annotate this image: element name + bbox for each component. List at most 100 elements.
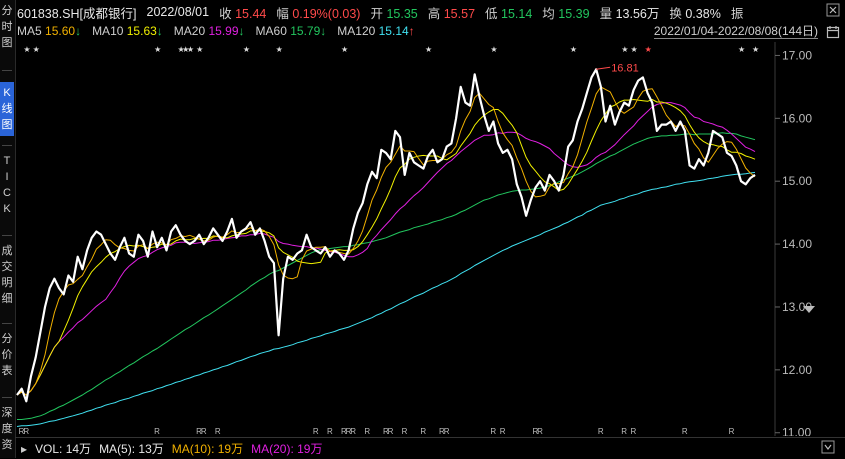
- volume-value: 13.56万: [615, 6, 660, 21]
- ma-value: 15.63: [123, 24, 157, 38]
- sidebar-tab-char: 图: [1, 119, 13, 131]
- stock-symbol[interactable]: 601838.SH[成都银行]: [17, 3, 137, 22]
- volume-legend-item: MA(20): 19万: [251, 442, 323, 456]
- ma-name: MA5: [17, 24, 42, 38]
- ma-value: 15.99: [205, 24, 239, 38]
- window-controls: [819, 0, 845, 48]
- arrow-up-icon: ↑: [408, 24, 415, 38]
- ma-name: MA10: [92, 24, 124, 38]
- ma-legend-item: MA60 15.79↓: [256, 24, 327, 38]
- turnover-label: 换: [669, 6, 682, 21]
- star-marker: ★: [196, 45, 203, 54]
- ma-legend-item: MA5 15.60↓: [17, 24, 81, 38]
- series-line-ma5: [16, 86, 756, 396]
- sidebar-tab-char: 交: [1, 261, 13, 273]
- sidebar-tab-char: 价: [1, 349, 13, 361]
- quote-bar: 601838.SH[成都银行] 2022/08/01 收 15.44 幅 0.1…: [17, 2, 845, 22]
- date-range[interactable]: 2022/01/04-2022/08/08(144日): [653, 24, 818, 39]
- sidebar-tab-char: 度: [1, 423, 13, 435]
- r-marker: R: [631, 427, 637, 436]
- ma-legend-item: MA10 15.63↓: [92, 24, 163, 38]
- chevron-down-icon[interactable]: [821, 440, 835, 457]
- sidebar-tab-char: K: [3, 203, 11, 215]
- k-line-chart[interactable]: 17.00 16.00 15.00 14.00 13.00 12.00 11.00 ★ ★ ★ ★…: [15, 42, 845, 440]
- close-label: 收: [219, 6, 232, 21]
- star-marker: ★: [341, 45, 348, 54]
- star-marker: ★: [243, 45, 250, 54]
- sidebar-tab-char: 线: [1, 103, 13, 115]
- r-marker: R: [313, 427, 319, 436]
- sidebar-tab-char: 表: [1, 365, 13, 377]
- r-marker: R: [154, 427, 160, 436]
- star-marker: ★: [490, 45, 497, 54]
- sidebar-tab-char: 明: [1, 277, 13, 289]
- ma-legend-item: MA20 15.99↓: [174, 24, 245, 38]
- r-marker: R: [598, 427, 604, 436]
- avg-label: 均: [542, 6, 555, 21]
- ma-value: 15.79: [286, 24, 321, 38]
- amplitude-label: 振: [730, 6, 744, 21]
- ma-name: MA60: [255, 24, 287, 38]
- r-marker: R: [402, 427, 408, 436]
- star-marker: ★: [425, 45, 432, 54]
- tab-minute-chart[interactable]: 分时图: [0, 2, 14, 53]
- volume-label: 量: [599, 6, 613, 21]
- sidebar-tab-char: 图: [1, 37, 13, 49]
- star-marker: ★: [154, 45, 161, 54]
- chevron-down-icon[interactable]: ▸: [21, 442, 27, 456]
- calendar-icon[interactable]: [825, 25, 841, 41]
- low-label: 低: [485, 6, 498, 21]
- low-value: 15.14: [501, 6, 533, 21]
- ma-legend-item: MA120 15.14↑: [337, 24, 414, 38]
- sidebar-divider: [2, 323, 12, 324]
- y-tick-label: 15.00: [782, 174, 812, 188]
- sidebar-tab-char: 成: [1, 245, 13, 257]
- volume-legend-item: MA(5): 13万: [99, 442, 164, 456]
- r-marker: R: [500, 427, 506, 436]
- ma-name: MA120: [337, 24, 376, 38]
- r-marker: R: [682, 427, 688, 436]
- sidebar-tab-char: 分: [1, 333, 13, 345]
- y-tick-label: 14.00: [782, 237, 812, 251]
- volume-legend-item: MA(10): 19万: [171, 442, 244, 456]
- view-sidebar: 分时图 K线图 TICK 成交明细 分价表 深度资: [0, 0, 16, 458]
- r-marker: R: [444, 427, 450, 436]
- tab-k-line[interactable]: K线图: [0, 82, 14, 136]
- peak-annotation-line: [596, 66, 611, 70]
- arrow-down-icon: ↓: [156, 24, 163, 38]
- sidebar-divider: [2, 145, 12, 146]
- r-marker: R: [490, 427, 496, 436]
- r-marker: R: [537, 427, 543, 436]
- star-marker: ★: [276, 45, 283, 54]
- chart-svg: 17.0016.0015.0014.0013.0012.0011.00 ★ ★ ★ ★…: [16, 42, 815, 440]
- peak-annotation-label: 16.81: [611, 62, 639, 74]
- volume-legend: ▸ VOL: 14万 MA(5): 13万 MA(10): 19万 MA(20): 1…: [15, 437, 845, 459]
- sidebar-tab-char: C: [3, 187, 11, 199]
- arrow-down-icon: ↓: [238, 24, 245, 38]
- high-label: 高: [427, 6, 441, 21]
- star-marker: ★: [621, 45, 628, 54]
- sidebar-tab-char: 资: [1, 439, 13, 451]
- change-value: 0.19%(0.03): [292, 6, 361, 21]
- sidebar-tab-char: 深: [1, 407, 13, 419]
- avg-value: 15.39: [558, 6, 590, 21]
- turnover-value: 0.38%: [685, 6, 721, 21]
- r-marker: R: [729, 427, 735, 436]
- ma-legend: MA5 15.60↓ MA10 15.63↓ MA20 15.99↓ MA60 15.…: [17, 23, 426, 39]
- tab-trade-detail[interactable]: 成交明细: [0, 242, 14, 309]
- series-line-ma120: [16, 171, 756, 427]
- ma-value: 15.60: [41, 24, 76, 38]
- r-marker: R: [23, 427, 29, 436]
- arrow-down-icon: ↓: [320, 24, 327, 38]
- y-tick-label: 16.00: [782, 111, 812, 125]
- star-marker: ★: [33, 45, 40, 54]
- r-marker: R: [388, 427, 394, 436]
- ma-name: MA20: [173, 24, 206, 38]
- tab-tick[interactable]: TICK: [0, 152, 14, 219]
- close-icon[interactable]: [825, 3, 841, 19]
- sidebar-tab-char: 分: [1, 5, 13, 17]
- r-marker: R: [420, 427, 426, 436]
- tab-depth[interactable]: 深度资: [0, 404, 14, 455]
- tab-price-table[interactable]: 分价表: [0, 330, 14, 381]
- arrow-down-icon: ↓: [75, 24, 82, 38]
